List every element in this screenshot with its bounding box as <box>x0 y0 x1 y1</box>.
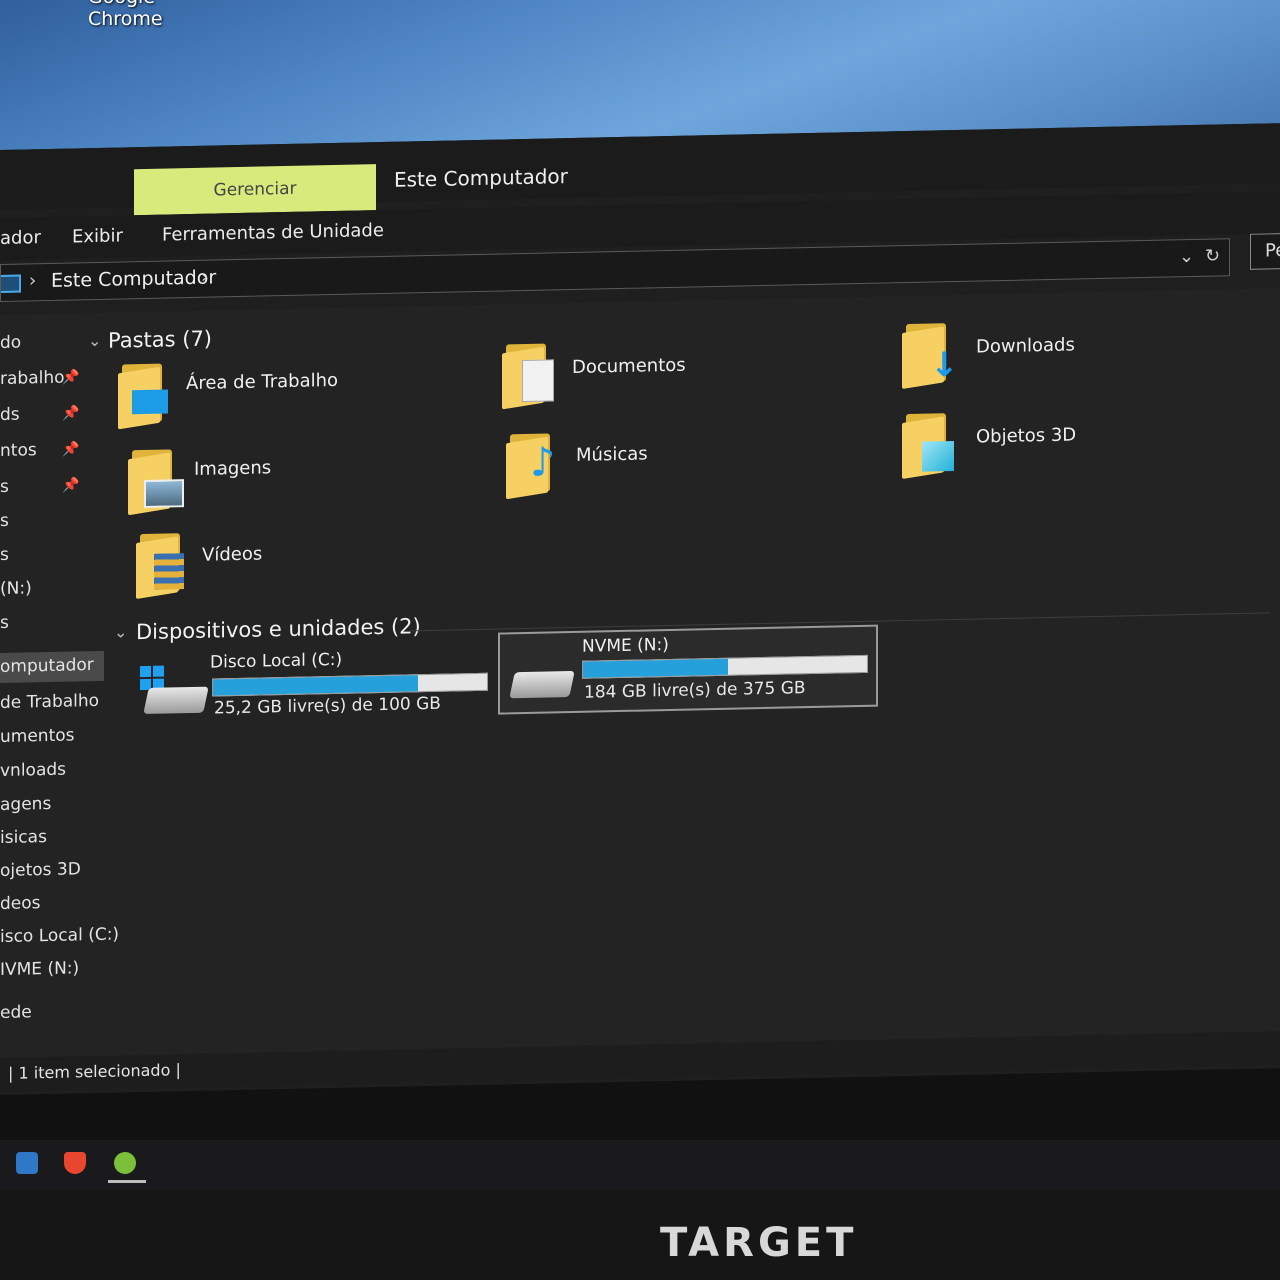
hard-drive-icon <box>143 686 209 714</box>
pictures-folder-icon[interactable] <box>128 449 188 516</box>
nav-item-este-computador[interactable]: omputador <box>0 650 104 683</box>
monitor-brand-logo: TARGET <box>660 1220 858 1266</box>
nav-item[interactable]: s <box>0 613 9 633</box>
drive-usage-bar <box>582 654 868 679</box>
folder-label-area-de-trabalho[interactable]: Área de Trabalho <box>186 370 338 394</box>
windows-logo-icon <box>140 665 164 691</box>
drive-item-nvme-selected[interactable]: NVME (N:) 184 GB livre(s) de 375 GB <box>498 624 878 715</box>
pin-icon: 📌 <box>62 405 80 422</box>
content-pane: ⌄ Pastas (7) Área de Trabalho Documentos… <box>88 288 1280 1065</box>
search-input[interactable]: Pe <box>1250 232 1280 270</box>
chevron-down-icon[interactable]: ⌄ <box>1179 246 1194 267</box>
tab-view[interactable]: Exibir <box>72 225 123 247</box>
nav-item-downloads[interactable]: ds <box>0 405 20 425</box>
drive-name: Disco Local (C:) <box>210 649 343 673</box>
desktop-folder-icon[interactable] <box>118 363 178 430</box>
taskbar <box>0 1140 1280 1190</box>
chevron-right-icon[interactable]: › <box>201 267 208 288</box>
nav-item-documents[interactable]: ntos <box>0 440 37 461</box>
manage-tab[interactable]: Gerenciar <box>134 164 376 216</box>
3d-objects-folder-icon[interactable] <box>902 413 962 480</box>
nav-item[interactable]: do <box>0 333 21 353</box>
downloads-folder-icon[interactable]: ↓ <box>902 323 962 390</box>
nav-item[interactable]: s <box>0 545 9 565</box>
nav-item-nvme[interactable]: (N:) <box>0 578 32 599</box>
drive-usage-fill <box>583 658 728 678</box>
nav-item-downloads[interactable]: vnloads <box>0 760 66 781</box>
drive-free-space: 184 GB livre(s) de 375 GB <box>584 678 806 703</box>
music-folder-icon[interactable]: ♪ <box>506 433 566 500</box>
videos-folder-icon[interactable] <box>136 533 196 600</box>
file-explorer-window: Gerenciar Este Computador ador Exibir Fe… <box>0 123 1280 1096</box>
drive-name: NVME (N:) <box>582 634 669 657</box>
desktop-icon-label-top[interactable]: Google <box>88 0 155 8</box>
chevron-right-icon[interactable]: › <box>29 270 36 291</box>
drive-usage-fill <box>213 675 418 696</box>
status-text: | 1 item selecionado | <box>8 1060 181 1083</box>
nav-item-objetos-3d[interactable]: ojetos 3D <box>0 859 81 881</box>
folder-label-videos[interactable]: Vídeos <box>202 544 262 566</box>
folders-group-header[interactable]: Pastas (7) <box>108 327 212 353</box>
folder-label-musicas[interactable]: Músicas <box>576 443 648 466</box>
documents-folder-icon[interactable] <box>502 343 562 410</box>
active-app-indicator <box>108 1180 146 1183</box>
chevron-down-icon[interactable]: ⌄ <box>88 331 101 350</box>
file-explorer-taskbar-icon[interactable] <box>114 1152 136 1174</box>
folder-label-documentos[interactable]: Documentos <box>572 355 686 378</box>
drive-free-space: 25,2 GB livre(s) de 100 GB <box>214 693 441 719</box>
tab-computer[interactable]: ador <box>0 227 41 249</box>
nav-item-rede[interactable]: ede <box>0 1002 32 1023</box>
folder-label-imagens[interactable]: Imagens <box>194 457 271 480</box>
selection-count: 1 item selecionado <box>18 1060 171 1083</box>
nav-item-documentos[interactable]: umentos <box>0 725 75 747</box>
brave-browser-icon[interactable] <box>64 1152 86 1174</box>
breadcrumb-este-computador[interactable]: Este Computador <box>51 266 216 291</box>
hard-drive-icon <box>509 670 575 699</box>
outlook-icon[interactable] <box>16 1152 38 1174</box>
nav-item-desktop[interactable]: rabalho <box>0 368 65 389</box>
nav-item-imagens[interactable]: agens <box>0 794 51 815</box>
pin-icon: 📌 <box>62 477 80 494</box>
navigation-pane: do rabalho 📌 ds 📌 ntos 📌 s 📌 s s (N:) s … <box>0 312 130 1068</box>
nav-item-disco-local[interactable]: isco Local (C:) <box>0 925 119 947</box>
drive-usage-bar <box>212 672 488 697</box>
pin-icon: 📌 <box>62 369 80 386</box>
nav-item-area-de-trabalho[interactable]: de Trabalho <box>0 691 99 713</box>
folder-label-objetos-3d[interactable]: Objetos 3D <box>976 424 1076 447</box>
nav-item-musicas[interactable]: isicas <box>0 827 47 848</box>
folder-label-downloads[interactable]: Downloads <box>976 334 1075 357</box>
window-title: Este Computador <box>394 164 568 192</box>
nav-item-nvme[interactable]: IVME (N:) <box>0 958 79 980</box>
monitor-bezel <box>0 1190 1280 1280</box>
refresh-icon[interactable]: ↻ <box>1205 245 1220 266</box>
devices-group-header[interactable]: Dispositivos e unidades (2) <box>136 614 421 644</box>
desktop-icon-chrome-label[interactable]: Chrome <box>88 8 163 30</box>
nav-item[interactable]: s <box>0 511 9 531</box>
computer-icon <box>1 274 21 293</box>
chevron-down-icon[interactable]: ⌄ <box>114 622 127 641</box>
pin-icon: 📌 <box>62 441 80 458</box>
nav-item-videos[interactable]: deos <box>0 893 41 914</box>
drive-item-disco-local[interactable]: Disco Local (C:) 25,2 GB livre(s) de 100… <box>140 645 490 719</box>
nav-item[interactable]: s <box>0 477 9 497</box>
